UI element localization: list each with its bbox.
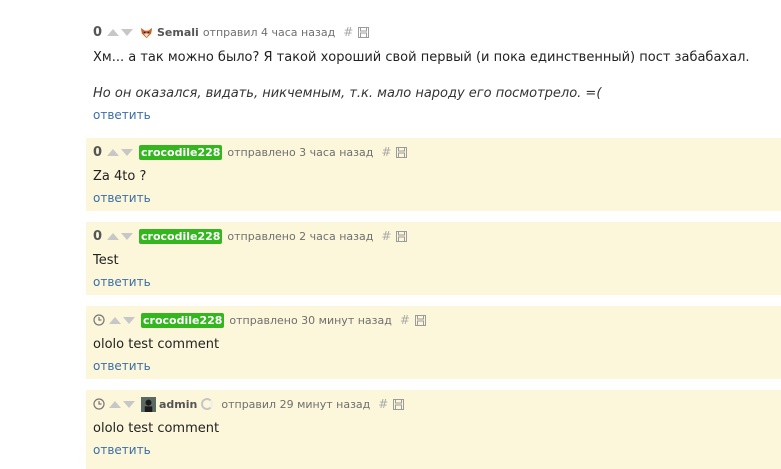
save-icon[interactable] <box>396 230 408 242</box>
comment-author[interactable]: Semali <box>157 26 199 39</box>
comment-meta: admin отправил 29 минут назад # <box>93 396 405 412</box>
vote-up-icon[interactable] <box>109 400 121 408</box>
reply-link[interactable]: ответить <box>93 443 151 457</box>
reply-link[interactable]: ответить <box>93 191 151 205</box>
comment-meta: crocodile228 отправлено 30 минут назад # <box>93 312 426 328</box>
comment-time: отправил 29 минут назад <box>221 397 371 411</box>
comment: admin отправил 29 минут назад # ololo te… <box>86 390 781 469</box>
permalink-link[interactable]: # <box>378 397 388 411</box>
comment-meta: 0 crocodile228 отправлено 2 часа назад # <box>93 228 408 244</box>
comment-score: 0 <box>93 24 103 40</box>
vote-up-icon[interactable] <box>107 232 119 240</box>
vote-down-icon[interactable] <box>121 232 133 240</box>
permalink-link[interactable]: # <box>381 229 391 243</box>
vote-up-icon[interactable] <box>107 28 119 36</box>
reply-link[interactable]: ответить <box>93 359 151 373</box>
comment-text: Test <box>93 253 119 268</box>
reply-link[interactable]: ответить <box>93 108 151 122</box>
admin-avatar-icon <box>141 396 156 412</box>
comment: 0 crocodile228 отправлено 2 часа назад #… <box>86 222 781 295</box>
save-icon[interactable] <box>358 26 370 38</box>
save-icon[interactable] <box>396 146 408 158</box>
comment-text-italic: Но он оказался, видать, никчемным, т.к. … <box>93 86 602 101</box>
vote-up-icon[interactable] <box>107 148 119 156</box>
permalink-link[interactable]: # <box>381 145 391 159</box>
comment-score: 0 <box>93 144 103 160</box>
comment-time: отправлено 2 часа назад <box>227 229 374 243</box>
vote-down-icon[interactable] <box>123 400 135 408</box>
clock-icon <box>93 398 105 410</box>
comment-author[interactable]: crocodile228 <box>139 144 223 160</box>
comment: 0 Semali отправил 4 часа назад # Хм... а… <box>86 14 781 128</box>
clock-icon <box>93 314 105 326</box>
vote-down-icon[interactable] <box>121 148 133 156</box>
comment-author[interactable]: crocodile228 <box>141 312 225 328</box>
comment-time: отправлено 30 минут назад <box>229 313 392 327</box>
comment-time: отправил 4 часа назад <box>202 25 336 39</box>
comment-meta: 0 crocodile228 отправлено 3 часа назад # <box>93 144 408 160</box>
comment-author[interactable]: admin <box>159 398 197 411</box>
comment-score: 0 <box>93 228 103 244</box>
comment: crocodile228 отправлено 30 минут назад #… <box>86 306 781 379</box>
vote-down-icon[interactable] <box>121 28 133 36</box>
save-icon[interactable] <box>393 398 405 410</box>
comments-list: 0 Semali отправил 4 часа назад # Хм... а… <box>0 0 781 469</box>
comment-time: отправлено 3 часа назад <box>227 145 374 159</box>
vote-up-icon[interactable] <box>109 316 121 324</box>
online-status-icon <box>201 398 214 410</box>
comment-meta: 0 Semali отправил 4 часа назад # <box>93 24 370 40</box>
comment-author[interactable]: crocodile228 <box>139 228 223 244</box>
comment-text: Хм... а так можно было? Я такой хороший … <box>93 50 750 65</box>
comment-text: Za 4to ? <box>93 169 147 184</box>
reply-link[interactable]: ответить <box>93 275 151 289</box>
fox-avatar-icon <box>139 24 154 40</box>
permalink-link[interactable]: # <box>343 25 353 39</box>
comment-text: ololo test comment <box>93 421 220 436</box>
save-icon[interactable] <box>414 314 426 326</box>
comment-text: ololo test comment <box>93 337 220 352</box>
permalink-link[interactable]: # <box>400 313 410 327</box>
vote-down-icon[interactable] <box>123 316 135 324</box>
comment: 0 crocodile228 отправлено 3 часа назад #… <box>86 138 781 211</box>
